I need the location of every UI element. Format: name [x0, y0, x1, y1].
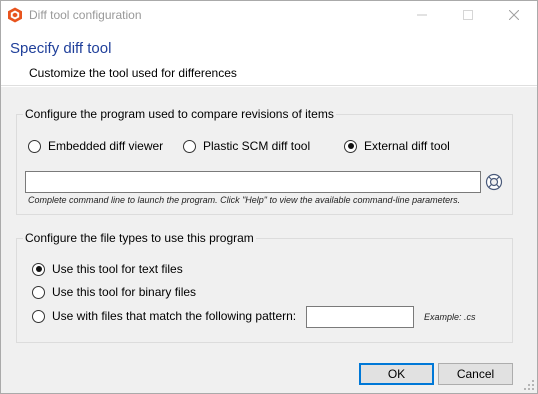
radio-indicator [183, 139, 196, 153]
dialog-window: Diff tool configuration Specify diff too… [0, 0, 538, 394]
radio-indicator [28, 139, 41, 153]
cancel-button[interactable]: Cancel [438, 363, 513, 385]
minimize-button[interactable] [399, 1, 445, 29]
maximize-icon [463, 10, 473, 20]
dialog-footer: OK Cancel [1, 349, 537, 393]
dialog-body: Configure the program used to compare re… [1, 87, 537, 349]
radio-label: Use this tool for text files [52, 262, 183, 276]
pattern-files-radio[interactable]: Use with files that match the following … [32, 308, 296, 324]
command-line-input[interactable] [25, 171, 481, 193]
radio-label: Embedded diff viewer [48, 139, 164, 153]
radio-indicator [344, 139, 357, 153]
minimize-icon [417, 14, 427, 16]
binary-files-radio[interactable]: Use this tool for binary files [32, 284, 196, 300]
dialog-heading: Specify diff tool [10, 40, 112, 57]
radio-label: External diff tool [364, 139, 450, 153]
radio-indicator [32, 262, 45, 276]
text-files-radio[interactable]: Use this tool for text files [32, 261, 183, 277]
pattern-example: Example: .cs [424, 312, 476, 322]
radio-label: Use with files that match the following … [52, 309, 297, 323]
pattern-input[interactable] [306, 306, 414, 328]
window-title: Diff tool configuration [29, 8, 142, 22]
external-diff-tool-radio[interactable]: External diff tool [344, 138, 450, 154]
command-line-hint: Complete command line to launch the prog… [28, 195, 461, 205]
radio-indicator [32, 309, 45, 323]
title-bar: Diff tool configuration [1, 1, 537, 29]
radio-label: Plastic SCM diff tool [203, 139, 311, 153]
close-button[interactable] [491, 1, 537, 29]
embedded-diff-viewer-radio[interactable]: Embedded diff viewer [28, 138, 163, 154]
program-group-title: Configure the program used to compare re… [23, 107, 336, 121]
resize-grip-icon[interactable] [524, 380, 534, 390]
ok-button[interactable]: OK [359, 363, 434, 385]
radio-label: Use this tool for binary files [52, 285, 197, 299]
help-lifebuoy-icon[interactable] [485, 173, 503, 191]
dialog-header: Specify diff tool Customize the tool use… [1, 29, 537, 86]
dialog-subheading: Customize the tool used for differences [29, 66, 237, 80]
close-icon [509, 10, 519, 20]
radio-indicator [32, 285, 45, 299]
maximize-button[interactable] [445, 1, 491, 29]
filetype-group-title: Configure the file types to use this pro… [23, 231, 256, 245]
plastic-scm-diff-tool-radio[interactable]: Plastic SCM diff tool [183, 138, 310, 154]
app-logo-icon [8, 7, 22, 23]
